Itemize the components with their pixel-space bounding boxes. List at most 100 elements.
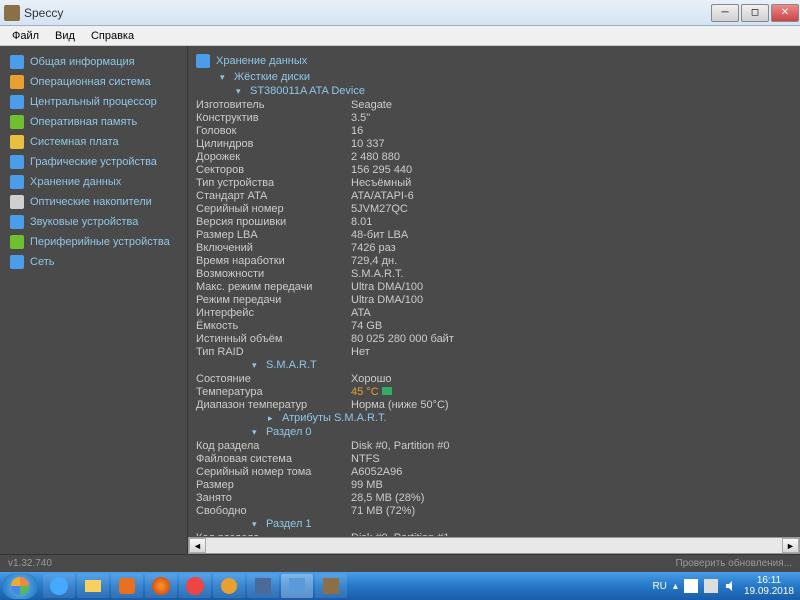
- task-firefox[interactable]: [145, 574, 177, 598]
- property-row: Истинный объём80 025 280 000 байт: [196, 332, 792, 345]
- titlebar: Speccy ─ ◻ ✕: [0, 0, 800, 26]
- sidebar-icon: [10, 135, 24, 149]
- property-row: Занято28,5 MB (28%): [196, 491, 792, 504]
- start-button[interactable]: [2, 573, 38, 599]
- property-row: Секторов156 295 440: [196, 163, 792, 176]
- property-row: Тип RAIDНет: [196, 345, 792, 358]
- sidebar-icon: [10, 115, 24, 129]
- sidebar-icon: [10, 155, 24, 169]
- property-row: Головок16: [196, 124, 792, 137]
- sidebar-icon: [10, 255, 24, 269]
- property-row: Размер LBA48-бит LBA: [196, 228, 792, 241]
- scroll-right-button[interactable]: ►: [782, 538, 799, 553]
- property-row: Код разделаDisk #0, Partition #1: [196, 531, 792, 536]
- close-button[interactable]: ✕: [771, 4, 799, 22]
- sidebar-item-10[interactable]: Сеть: [4, 252, 183, 272]
- sidebar-icon: [10, 55, 24, 69]
- hard-disks-node[interactable]: ▾Жёсткие диски: [196, 70, 792, 84]
- property-row: Цилиндров10 337: [196, 137, 792, 150]
- version-label: v1.32.740: [8, 558, 52, 569]
- taskbar: RU ▴ 16:11 19.09.2018: [0, 572, 800, 600]
- sidebar-icon: [10, 215, 24, 229]
- menu-help[interactable]: Справка: [83, 28, 142, 44]
- sidebar-label: Звуковые устройства: [30, 216, 138, 228]
- task-speccy[interactable]: [315, 574, 347, 598]
- sidebar-item-1[interactable]: Операционная система: [4, 72, 183, 92]
- sidebar-item-7[interactable]: Оптические накопители: [4, 192, 183, 212]
- sidebar: Общая информация Операционная система Цент…: [0, 46, 188, 554]
- sidebar-item-0[interactable]: Общая информация: [4, 52, 183, 72]
- task-app3[interactable]: [281, 574, 313, 598]
- scroll-left-button[interactable]: ◄: [189, 538, 206, 553]
- flag-icon[interactable]: [684, 579, 698, 593]
- sidebar-item-4[interactable]: Системная плата: [4, 132, 183, 152]
- sidebar-item-3[interactable]: Оперативная память: [4, 112, 183, 132]
- property-row: ИзготовительSeagate: [196, 98, 792, 111]
- sidebar-label: Графические устройства: [30, 156, 157, 168]
- temp-status-icon: [382, 387, 392, 395]
- property-row: Файловая системаNTFS: [196, 452, 792, 465]
- property-row: Включений7426 раз: [196, 241, 792, 254]
- sidebar-label: Общая информация: [30, 56, 135, 68]
- task-media[interactable]: [111, 574, 143, 598]
- task-app2[interactable]: [247, 574, 279, 598]
- property-row: Тип устройстваНесъёмный: [196, 176, 792, 189]
- tray-chevron-icon[interactable]: ▴: [673, 581, 678, 592]
- sidebar-label: Хранение данных: [30, 176, 121, 188]
- property-row: ВозможностиS.M.A.R.T.: [196, 267, 792, 280]
- sidebar-icon: [10, 235, 24, 249]
- device-node[interactable]: ▾ST380011A ATA Device: [196, 84, 792, 98]
- volume-icon[interactable]: [724, 579, 738, 593]
- menu-view[interactable]: Вид: [47, 28, 83, 44]
- sidebar-label: Операционная система: [30, 76, 151, 88]
- property-row: ИнтерфейсATA: [196, 306, 792, 319]
- property-row: Код разделаDisk #0, Partition #0: [196, 439, 792, 452]
- sidebar-item-2[interactable]: Центральный процессор: [4, 92, 183, 112]
- property-row: Время наработки729,4 дн.: [196, 254, 792, 267]
- sidebar-label: Системная плата: [30, 136, 119, 148]
- property-row: Серийный номер5JVM27QC: [196, 202, 792, 215]
- task-app1[interactable]: [213, 574, 245, 598]
- check-updates-link[interactable]: Проверить обновления...: [676, 558, 793, 569]
- task-explorer[interactable]: [77, 574, 109, 598]
- window-title: Speccy: [24, 6, 710, 20]
- sidebar-icon: [10, 95, 24, 109]
- maximize-button[interactable]: ◻: [741, 4, 769, 22]
- property-row: Размер99 MB: [196, 478, 792, 491]
- statusbar: v1.32.740 Проверить обновления...: [0, 554, 800, 572]
- partition-0-node[interactable]: ▾Раздел 0: [196, 425, 792, 439]
- property-row: Свободно71 MB (72%): [196, 504, 792, 517]
- task-ie[interactable]: [43, 574, 75, 598]
- property-row: Версия прошивки8.01: [196, 215, 792, 228]
- root-node: Хранение данных: [196, 52, 792, 70]
- sidebar-item-8[interactable]: Звуковые устройства: [4, 212, 183, 232]
- property-row: СостояниеХорошо: [196, 372, 792, 385]
- property-row: Ёмкость74 GB: [196, 319, 792, 332]
- task-opera[interactable]: [179, 574, 211, 598]
- sidebar-label: Периферийные устройства: [30, 236, 170, 248]
- property-row: Диапазон температурНорма (ниже 50°C): [196, 398, 792, 411]
- sidebar-icon: [10, 175, 24, 189]
- property-row: Температура45 °C: [196, 385, 792, 398]
- property-row: Стандарт ATAATA/ATAPI-6: [196, 189, 792, 202]
- partition-1-node[interactable]: ▾Раздел 1: [196, 517, 792, 531]
- property-row: Режим передачиUltra DMA/100: [196, 293, 792, 306]
- sidebar-label: Сеть: [30, 256, 54, 268]
- smart-attrs-node[interactable]: ▸Атрибуты S.M.A.R.T.: [196, 411, 792, 425]
- system-tray: RU ▴ 16:11 19.09.2018: [648, 575, 798, 597]
- sidebar-label: Оперативная память: [30, 116, 137, 128]
- smart-node[interactable]: ▾S.M.A.R.T: [196, 358, 792, 372]
- sidebar-item-5[interactable]: Графические устройства: [4, 152, 183, 172]
- menu-file[interactable]: Файл: [4, 28, 47, 44]
- horizontal-scrollbar[interactable]: ◄ ►: [188, 537, 800, 554]
- app-icon: [4, 5, 20, 21]
- property-row: Дорожек2 480 880: [196, 150, 792, 163]
- network-icon[interactable]: [704, 579, 718, 593]
- sidebar-item-9[interactable]: Периферийные устройства: [4, 232, 183, 252]
- sidebar-icon: [10, 75, 24, 89]
- language-indicator[interactable]: RU: [652, 581, 666, 592]
- clock[interactable]: 16:11 19.09.2018: [744, 575, 794, 597]
- minimize-button[interactable]: ─: [711, 4, 739, 22]
- property-row: Конструктив3.5": [196, 111, 792, 124]
- sidebar-item-6[interactable]: Хранение данных: [4, 172, 183, 192]
